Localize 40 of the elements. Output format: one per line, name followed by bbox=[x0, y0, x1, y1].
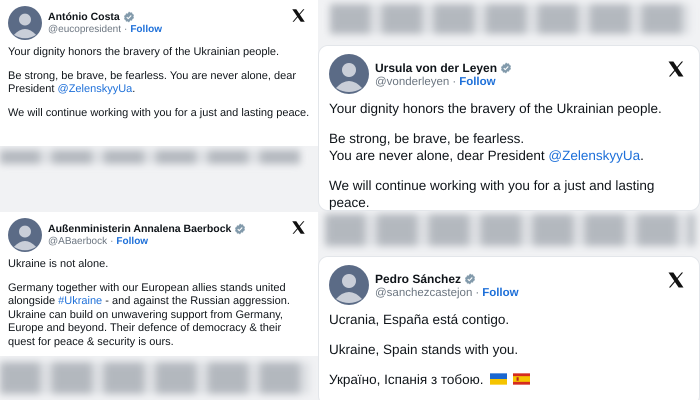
avatar-icon bbox=[8, 6, 42, 40]
user-handle: @vonderleyen bbox=[375, 76, 450, 88]
tweet-text: Your dignity honors the bravery of the Ukrainian people. bbox=[8, 46, 280, 60]
follow-link[interactable]: Follow bbox=[482, 286, 519, 298]
user-handle: @eucopresident bbox=[48, 24, 121, 35]
x-logo-icon bbox=[667, 60, 685, 78]
avatar-icon bbox=[329, 54, 369, 94]
avatar-icon bbox=[329, 265, 369, 305]
separator-dot: · bbox=[475, 286, 480, 298]
tweet-link[interactable]: @ZelenskyyUa bbox=[548, 148, 640, 163]
follow-link[interactable]: Follow bbox=[130, 24, 162, 35]
tweet-text: Your dignity honors the bravery of the Ukrainian people. bbox=[329, 100, 663, 117]
user-name: Pedro Sánchez bbox=[375, 272, 462, 286]
x-logo-icon bbox=[291, 8, 306, 23]
avatar-icon bbox=[8, 218, 42, 252]
tweet-text: Germany together with our European allies stands united alongside #Ukraine - and against the Russian aggression. Ukraine can build on unwavering support from Germany, Europe and beyond. Their defence of democracy & their quest for peace & security is ours. bbox=[8, 282, 291, 349]
separator-dot: · bbox=[452, 76, 456, 88]
follow-link[interactable]: Follow bbox=[459, 76, 496, 88]
tweet-text: Ukraine, Spain stands with you. bbox=[329, 341, 520, 358]
x-logo-icon bbox=[291, 220, 306, 235]
tweet-text: We will continue working with you for a just and lasting peace. bbox=[8, 106, 310, 120]
ukraine-flag-icon bbox=[490, 373, 507, 385]
tweet-text: Be strong, be brave, be fearless. You are never alone, dear President @ZelenskyyUa. bbox=[8, 70, 298, 96]
follow-link[interactable]: Follow bbox=[116, 236, 148, 247]
tweet-text: We will continue working with you for a just and lasting peace. bbox=[329, 177, 656, 210]
tweet-link[interactable]: #Ukraine bbox=[58, 295, 102, 307]
user-handle: @sanchezcastejon bbox=[375, 286, 472, 298]
user-name: Ursula von der Leyen bbox=[375, 60, 498, 74]
x-logo-icon bbox=[667, 271, 685, 289]
user-handle: @ABaerbock bbox=[48, 236, 108, 247]
tweet-text: Ucrania, España está contigo. bbox=[329, 311, 510, 328]
user-name: Außenministerin Annalena Baerbock bbox=[48, 223, 232, 235]
tweet-link[interactable]: @ZelenskyyUa bbox=[58, 83, 132, 95]
separator-dot: · bbox=[124, 24, 128, 35]
separator-dot: · bbox=[110, 236, 114, 247]
tweet-text: Be strong, be brave, be fearless. You are never alone, dear President @ZelenskyyUa. bbox=[329, 130, 645, 164]
tweet-text: Україно, Іспанія з тобою. bbox=[329, 371, 689, 388]
user-name: António Costa bbox=[48, 11, 120, 23]
tweet-text: Ukraine is not alone. bbox=[8, 258, 110, 272]
spain-flag-icon bbox=[512, 373, 530, 385]
